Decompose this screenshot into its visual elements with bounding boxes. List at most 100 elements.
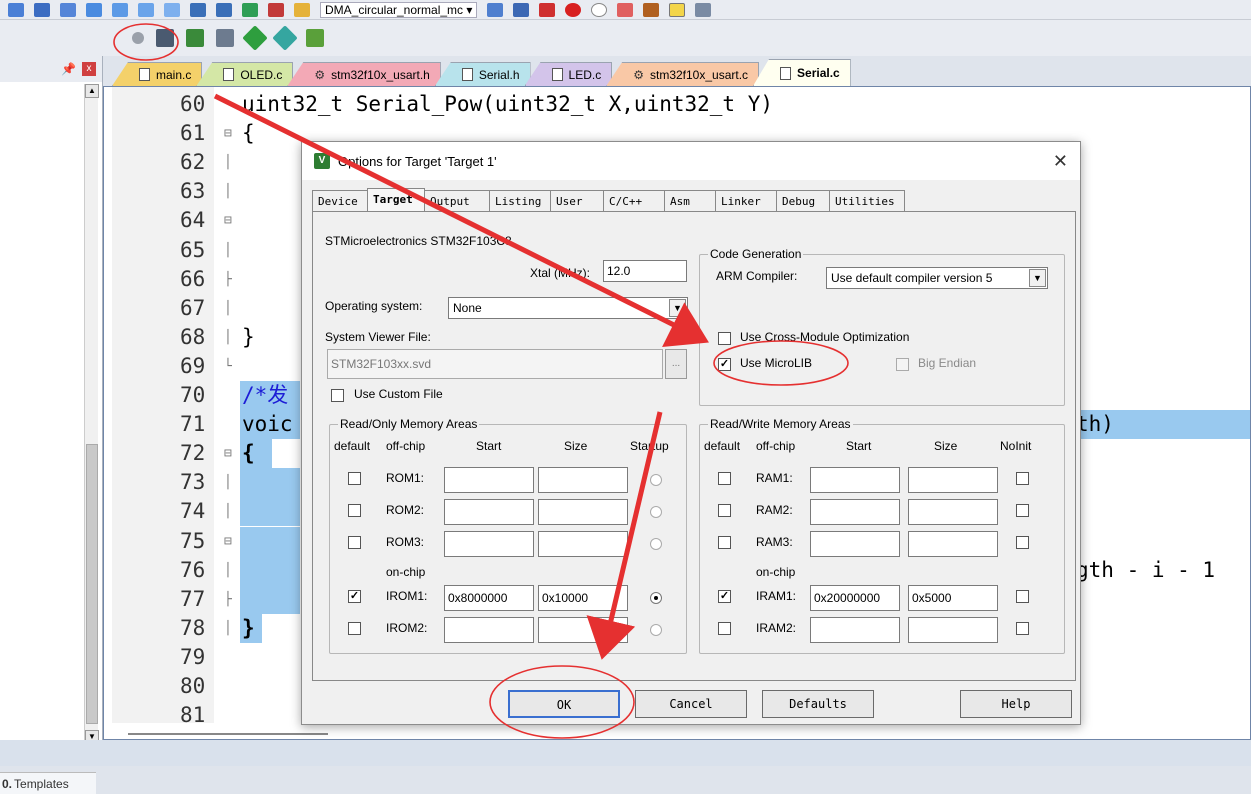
use-custom-file-checkbox[interactable]	[331, 389, 344, 402]
memory-default-checkbox[interactable]	[718, 472, 731, 485]
open-folder-icon[interactable]	[294, 2, 310, 17]
manage-components-icon[interactable]	[186, 29, 204, 47]
memory-size-input[interactable]	[538, 531, 628, 557]
debug-icon[interactable]	[539, 2, 556, 17]
fold-marker-icon[interactable]: ├	[224, 585, 232, 614]
nav-forward-icon[interactable]	[60, 2, 76, 17]
dialog-tab-debug[interactable]: Debug	[776, 190, 830, 212]
fold-marker-icon[interactable]: ⊟	[224, 439, 232, 468]
select-packs-icon[interactable]	[272, 25, 298, 51]
bookmark-next-icon[interactable]	[138, 2, 154, 17]
memory-start-input[interactable]	[444, 467, 534, 493]
memory-size-input[interactable]	[908, 531, 998, 557]
unindent-icon[interactable]	[216, 2, 232, 17]
file-tab[interactable]: Serial.h	[434, 62, 531, 86]
memory-default-checkbox[interactable]	[718, 536, 731, 549]
breakpoint-icon[interactable]	[565, 2, 582, 17]
svf-browse-button[interactable]: ...	[665, 349, 687, 379]
noinit-checkbox[interactable]	[1016, 504, 1029, 517]
startup-radio[interactable]	[650, 474, 662, 486]
xtal-input[interactable]: 12.0	[603, 260, 687, 282]
dialog-tab-cc[interactable]: C/C++	[603, 190, 665, 212]
memory-default-checkbox[interactable]	[348, 622, 361, 635]
microlib-checkbox[interactable]: ✓	[718, 358, 731, 371]
startup-radio[interactable]	[650, 506, 662, 518]
fold-marker-icon[interactable]: │	[224, 177, 232, 206]
fold-marker-icon[interactable]: └	[224, 352, 232, 381]
editor-hscroll[interactable]	[128, 733, 328, 735]
fold-marker-icon[interactable]: ⊟	[224, 206, 232, 235]
nav-back-icon[interactable]	[34, 2, 50, 17]
dialog-tab-user[interactable]: User	[550, 190, 604, 212]
flash-icon[interactable]	[513, 2, 530, 17]
panel-close-icon[interactable]: x	[82, 62, 96, 76]
ok-button[interactable]: OK	[508, 690, 620, 718]
dialog-tab-listing[interactable]: Listing	[489, 190, 551, 212]
project-panel-scrollbar[interactable]: ▲ ▼	[84, 84, 99, 744]
dialog-tab-device[interactable]: Device	[312, 190, 368, 212]
noinit-checkbox[interactable]	[1016, 472, 1029, 485]
arm-compiler-select[interactable]: Use default compiler version 5 ▼	[826, 267, 1048, 289]
memory-start-input[interactable]	[444, 531, 534, 557]
dialog-tab-target[interactable]: Target	[367, 188, 425, 212]
defaults-button[interactable]: Defaults	[762, 690, 874, 718]
memory-default-checkbox[interactable]	[718, 504, 731, 517]
uncomment-icon[interactable]	[268, 2, 284, 17]
dialog-tab-utilities[interactable]: Utilities	[829, 190, 905, 212]
fold-marker-icon[interactable]: ⊟	[224, 527, 232, 556]
options-for-target-icon[interactable]	[156, 29, 174, 47]
settings-wrench-icon[interactable]	[695, 2, 712, 17]
fold-marker-icon[interactable]: ⊟	[224, 119, 232, 148]
memory-size-input[interactable]: 0x5000	[908, 585, 998, 611]
memory-start-input[interactable]	[810, 499, 900, 525]
startup-radio[interactable]	[650, 592, 662, 604]
manage-project-icon[interactable]	[216, 29, 234, 47]
cross-module-checkbox[interactable]	[718, 332, 731, 345]
undo-icon[interactable]	[8, 2, 24, 17]
indent-icon[interactable]	[190, 2, 206, 17]
memory-default-checkbox[interactable]	[718, 622, 731, 635]
memory-size-input[interactable]	[538, 467, 628, 493]
dialog-close-icon[interactable]: ✕	[1053, 152, 1068, 170]
memory-start-input[interactable]	[810, 531, 900, 557]
breakpoint-kill-icon[interactable]	[617, 2, 634, 17]
memory-size-input[interactable]	[538, 499, 628, 525]
memory-start-input[interactable]	[444, 617, 534, 643]
memory-size-input[interactable]: 0x10000	[538, 585, 628, 611]
file-tab[interactable]: ⚙ stm32f10x_usart.c	[606, 62, 760, 86]
memory-size-input[interactable]	[538, 617, 628, 643]
file-tab[interactable]: ⚙ stm32f10x_usart.h	[287, 62, 441, 86]
dialog-tab-output[interactable]: Output	[424, 190, 490, 212]
scroll-up-icon[interactable]: ▲	[85, 84, 99, 98]
fold-marker-icon[interactable]: │	[224, 323, 232, 352]
memory-start-input[interactable]	[810, 617, 900, 643]
find-icon[interactable]	[487, 2, 504, 17]
os-select[interactable]: None ▼	[448, 297, 688, 319]
fold-marker-icon[interactable]: │	[224, 294, 232, 323]
fold-marker-icon[interactable]: ├	[224, 265, 232, 294]
noinit-checkbox[interactable]	[1016, 622, 1029, 635]
fold-marker-icon[interactable]: │	[224, 614, 232, 643]
target-select[interactable]: DMA_circular_normal_mc ▾	[320, 1, 478, 18]
noinit-checkbox[interactable]	[1016, 536, 1029, 549]
bookmark-icon[interactable]	[86, 2, 102, 17]
pack-installer-icon[interactable]	[242, 25, 268, 51]
memory-size-input[interactable]	[908, 617, 998, 643]
memory-default-checkbox[interactable]: ✓	[718, 590, 731, 603]
breakpoint-disable-icon[interactable]	[591, 2, 608, 17]
dialog-tab-linker[interactable]: Linker	[715, 190, 777, 212]
fold-marker-icon[interactable]: │	[224, 556, 232, 585]
memory-start-input[interactable]: 0x20000000	[810, 585, 900, 611]
runtime-env-icon[interactable]	[306, 29, 324, 47]
file-tab[interactable]: Serial.c	[753, 59, 851, 86]
memory-default-checkbox[interactable]: ✓	[348, 590, 361, 603]
code-line[interactable]: 60 uint32_t Serial_Pow(uint32_t X,uint32_…	[104, 90, 1244, 119]
templates-tab[interactable]: 0. Templates	[0, 772, 96, 794]
help-button[interactable]: Help	[960, 690, 1072, 718]
memory-default-checkbox[interactable]	[348, 472, 361, 485]
startup-radio[interactable]	[650, 624, 662, 636]
memory-start-input[interactable]	[444, 499, 534, 525]
breakpoint-clear-icon[interactable]	[643, 2, 660, 17]
memory-start-input[interactable]: 0x8000000	[444, 585, 534, 611]
svf-input[interactable]: STM32F103xx.svd	[327, 349, 663, 379]
